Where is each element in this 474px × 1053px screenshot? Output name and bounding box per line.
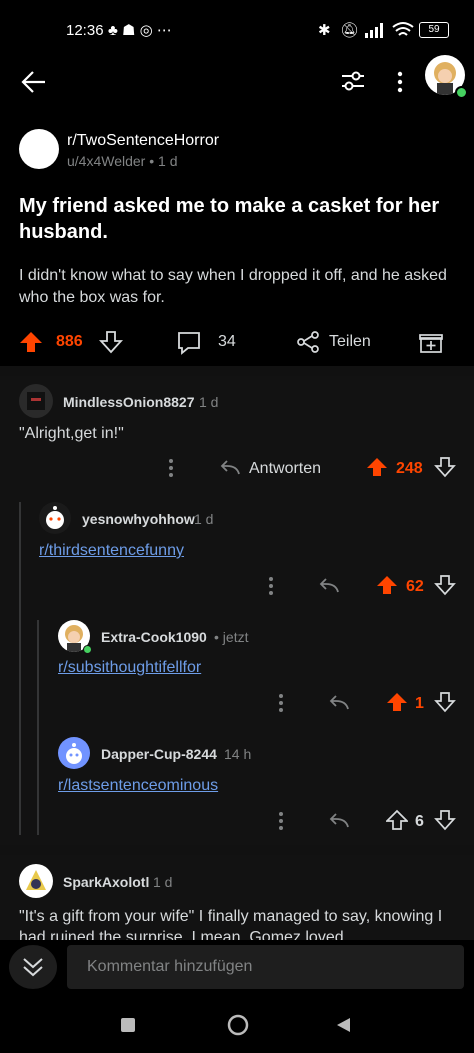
home-icon[interactable] xyxy=(226,1013,250,1037)
upvote-icon[interactable] xyxy=(19,330,43,354)
thread-line xyxy=(19,502,21,835)
battery-level: 59 xyxy=(428,24,440,35)
comment-time: 1 d xyxy=(199,394,219,410)
share-icon[interactable] xyxy=(296,330,320,354)
comment-link[interactable]: r/subsithoughtifellfor xyxy=(58,659,201,677)
more-options-icon[interactable] xyxy=(274,810,288,832)
user-avatar[interactable] xyxy=(19,384,53,418)
post-meta[interactable]: u/4x4Welder • 1 d xyxy=(67,153,177,169)
comment-vote-count: 62 xyxy=(406,578,424,595)
collapse-button[interactable] xyxy=(9,945,57,989)
status-time: 12:36 xyxy=(66,22,104,39)
comment-link[interactable]: r/thirdsentencefunny xyxy=(39,542,184,560)
reply-icon[interactable] xyxy=(219,458,241,478)
recents-icon[interactable] xyxy=(121,1018,135,1032)
signal-icon xyxy=(365,23,383,38)
more-options-icon[interactable] xyxy=(393,69,407,95)
comment-vote-count: 6 xyxy=(415,813,424,830)
back-arrow-icon[interactable] xyxy=(20,68,48,96)
post-actions: 886 34 Teilen xyxy=(0,325,474,359)
comment-link[interactable]: r/lastsentenceominous xyxy=(58,777,218,795)
double-chevron-down-icon xyxy=(23,958,43,977)
comment-icon[interactable] xyxy=(176,330,202,356)
comment-username[interactable]: Extra-Cook1090 xyxy=(101,629,207,645)
upvote-icon[interactable] xyxy=(386,809,408,831)
reply-icon[interactable] xyxy=(328,693,350,713)
bluetooth-icon: ✱ xyxy=(318,22,331,39)
battery-icon: 59 xyxy=(419,22,449,38)
system-nav-bar xyxy=(0,1000,474,1053)
comment-time: 1 d xyxy=(194,511,214,527)
comment-vote-count: 1 xyxy=(415,695,424,712)
more-options-icon[interactable] xyxy=(264,575,278,597)
comment-vote-count: 248 xyxy=(396,460,423,477)
comment-count[interactable]: 34 xyxy=(218,333,236,351)
wifi-icon xyxy=(392,22,414,36)
comment-text: "Alright,get in!" xyxy=(19,425,124,442)
reply-icon[interactable] xyxy=(328,811,350,831)
more-options-icon[interactable] xyxy=(164,457,178,479)
top-bar xyxy=(0,55,474,120)
downvote-icon[interactable] xyxy=(434,809,456,831)
comment-text: "It's a gift from your wife" I finally m… xyxy=(19,908,443,940)
award-icon[interactable] xyxy=(418,329,444,355)
online-status-icon xyxy=(455,86,468,99)
reply-icon[interactable] xyxy=(318,576,340,596)
upvote-icon[interactable] xyxy=(376,574,398,596)
reply-label[interactable]: Antworten xyxy=(249,460,321,478)
comment-username[interactable]: Dapper-Cup-8244 xyxy=(101,746,217,762)
user-avatar[interactable] xyxy=(58,737,90,769)
post-upvote-count: 886 xyxy=(56,333,83,350)
subreddit-avatar[interactable] xyxy=(19,129,59,169)
upvote-icon[interactable] xyxy=(386,691,408,713)
notification-icons: ♣ ☗ ◎ ⋯ xyxy=(108,22,172,39)
separator xyxy=(0,366,474,376)
online-status-icon xyxy=(83,645,92,654)
back-icon[interactable] xyxy=(334,1016,352,1034)
comment-time: 1 d xyxy=(153,874,173,890)
comment-time: 14 h xyxy=(224,746,252,762)
thread-line xyxy=(37,620,39,835)
share-label[interactable]: Teilen xyxy=(329,333,371,351)
upvote-icon[interactable] xyxy=(366,456,388,478)
subreddit-name[interactable]: r/TwoSentenceHorror xyxy=(67,132,219,150)
post-body: I didn't know what to say when I dropped… xyxy=(19,267,447,306)
comment-username[interactable]: MindlessOnion8827 xyxy=(63,394,194,410)
downvote-icon[interactable] xyxy=(434,691,456,713)
separator xyxy=(0,845,474,855)
comment-thread xyxy=(0,376,474,845)
comment-input-placeholder: Kommentar hinzufügen xyxy=(87,958,253,975)
mute-icon: 🔕︎ xyxy=(340,22,360,39)
downvote-icon[interactable] xyxy=(434,456,456,478)
more-options-icon[interactable] xyxy=(274,692,288,714)
post-title: My friend asked me to make a casket for … xyxy=(19,195,440,243)
comment-username[interactable]: yesnowhyohhow xyxy=(82,511,195,527)
comment-time: • jetzt xyxy=(214,629,249,645)
comment-input[interactable]: Kommentar hinzufügen xyxy=(67,945,464,989)
downvote-icon[interactable] xyxy=(99,330,123,354)
comment-username[interactable]: SparkAxolotl xyxy=(63,874,149,890)
downvote-icon[interactable] xyxy=(434,574,456,596)
status-bar: 12:36 ♣ ☗ ◎ ⋯ ✱ 🔕︎ 59 xyxy=(0,0,474,60)
sort-options-icon[interactable] xyxy=(340,68,366,94)
user-avatar[interactable] xyxy=(19,864,53,898)
user-avatar[interactable] xyxy=(39,502,71,534)
